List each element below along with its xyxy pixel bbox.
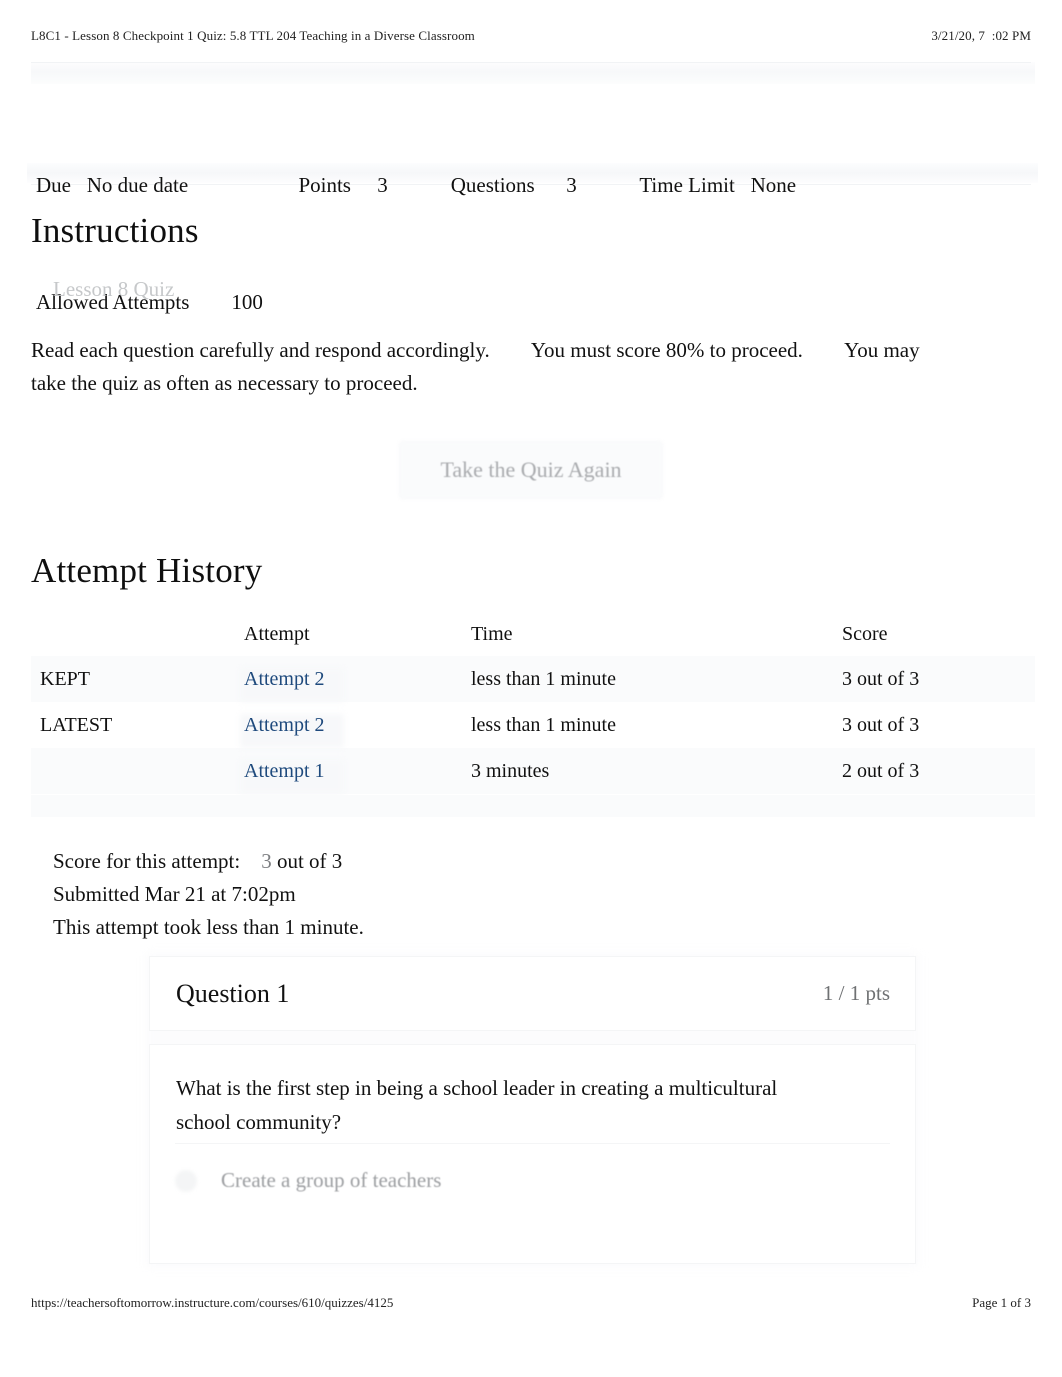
table-header-row: Attempt Time Score — [31, 612, 1035, 656]
attempt-score-value: 3 — [261, 849, 272, 873]
print-header-title: L8C1 - Lesson 8 Checkpoint 1 Quiz: 5.8 T… — [31, 28, 475, 43]
print-footer: https://teachersoftomorrow.instructure.c… — [31, 1295, 1031, 1311]
print-header-timestamp: 3/21/20, 7 :02 PM — [931, 28, 1031, 43]
row-tag: LATEST — [40, 713, 113, 736]
question-points: 1 / 1 pts — [822, 981, 890, 1005]
answer-option[interactable]: Create a group of teachers — [175, 1168, 441, 1193]
top-divider-band — [31, 62, 1035, 84]
question-answer-divider — [175, 1143, 890, 1144]
quiz-meta-line-2: Allowed Attempts 100 — [36, 290, 263, 314]
row-tag — [31, 748, 244, 794]
question-card-body: What is the first step in being a school… — [149, 1044, 916, 1264]
attempt-history-table: Attempt Time Score KEPT Attempt 2 less t… — [31, 612, 1035, 794]
column-header-tag — [31, 612, 244, 656]
quiz-meta-line-1: Due No due date Points 3 Questions 3 Tim… — [36, 173, 797, 197]
table-row: Attempt 1 3 minutes 2 out of 3 — [31, 748, 1035, 794]
column-header-attempt: Attempt — [244, 622, 310, 645]
footer-page: Page 1 of 3 — [972, 1295, 1031, 1310]
attempt-link[interactable]: Attempt 2 — [244, 714, 325, 736]
question-text: What is the first step in being a school… — [176, 1076, 778, 1134]
row-attempt-cell: Attempt 2 — [240, 656, 471, 702]
attempt-summary: Score for this attempt: 3 out of 3 Submi… — [53, 845, 364, 944]
column-header-score: Score — [842, 622, 888, 645]
instructions-body: Read each question carefully and respond… — [31, 338, 920, 395]
row-time: 3 minutes — [471, 759, 550, 782]
attempt-score-label: Score for this attempt: — [53, 849, 241, 873]
attempt-history-body: KEPT Attempt 2 less than 1 minute 3 out … — [31, 656, 1035, 794]
column-header-time: Time — [471, 622, 513, 645]
attempt-submitted: Submitted Mar 21 at 7:02pm — [53, 882, 296, 906]
attempt-score-line: Score for this attempt: 3 out of 3 — [53, 845, 364, 878]
table-row: LATEST Attempt 2 less than 1 minute 3 ou… — [31, 702, 1035, 748]
instructions-subheading: Lesson 8 Quiz — [53, 277, 175, 301]
divider-top — [31, 62, 1031, 63]
row-score: 2 out of 3 — [842, 759, 920, 782]
question-title: Question 1 — [176, 978, 290, 1008]
take-quiz-again-button[interactable]: Take the Quiz Again — [399, 441, 663, 499]
row-attempt-cell: Attempt 2 — [240, 702, 471, 748]
question-card-header: Question 1 1 / 1 pts — [149, 956, 916, 1031]
answer-option-label: Create a group of teachers — [221, 1168, 442, 1192]
footer-url: https://teachersoftomorrow.instructure.c… — [31, 1295, 394, 1310]
attempt-duration: This attempt took less than 1 minute. — [53, 915, 364, 939]
question-card: Question 1 1 / 1 pts What is the first s… — [145, 952, 920, 1268]
row-time: less than 1 minute — [471, 713, 616, 736]
row-score: 3 out of 3 — [842, 713, 920, 736]
attempt-link[interactable]: Attempt 2 — [244, 668, 325, 690]
row-score: 3 out of 3 — [842, 667, 920, 690]
instructions-heading: Instructions — [31, 211, 199, 250]
attempt-score-suffix: out of 3 — [271, 849, 343, 873]
print-header: L8C1 - Lesson 8 Checkpoint 1 Quiz: 5.8 T… — [31, 28, 1031, 44]
attempt-history-heading: Attempt History — [31, 551, 263, 590]
row-attempt-cell: Attempt 1 — [240, 748, 471, 794]
radio-button-icon[interactable] — [175, 1169, 197, 1192]
table-row: KEPT Attempt 2 less than 1 minute 3 out … — [31, 656, 1035, 702]
take-quiz-again-label: Take the Quiz Again — [440, 457, 622, 482]
attempt-history-head: Attempt Time Score — [31, 612, 1035, 656]
table-bottom-band — [31, 795, 1035, 817]
row-tag: KEPT — [40, 667, 90, 690]
attempt-link[interactable]: Attempt 1 — [244, 760, 325, 782]
row-time: less than 1 minute — [471, 667, 616, 690]
